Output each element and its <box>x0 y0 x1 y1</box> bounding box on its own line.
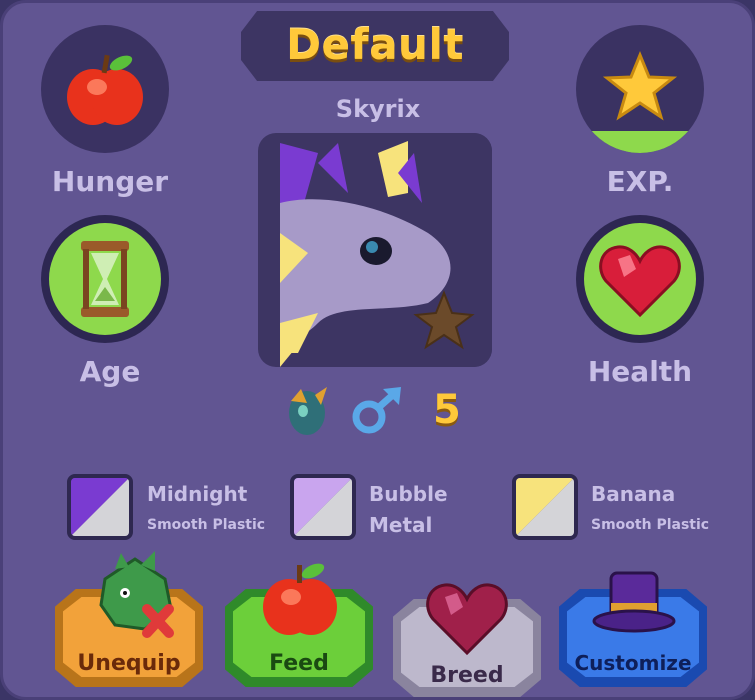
hourglass-icon <box>81 241 129 317</box>
top-hat-icon <box>592 571 676 633</box>
customize-button[interactable]: Customize <box>559 571 707 687</box>
hunger-stat[interactable] <box>41 25 169 153</box>
color-swatch-2[interactable] <box>290 474 356 540</box>
color-material-2: Metal <box>369 513 433 537</box>
color-material-3: Smooth Plastic <box>591 517 710 533</box>
unequip-label: Unequip <box>77 651 181 676</box>
color-name-2: Bubble <box>369 482 448 506</box>
color-swatch-1[interactable] <box>67 474 133 540</box>
exp-stat[interactable] <box>576 25 704 153</box>
heart-icon <box>426 583 508 656</box>
swatch-fill <box>294 478 352 536</box>
color-swatch-3[interactable] <box>512 474 578 540</box>
color-name-3: Banana <box>591 482 676 506</box>
hunger-label: Hunger <box>51 165 169 198</box>
color-name-1: Midnight <box>147 482 248 506</box>
breed-button[interactable]: Breed <box>393 583 541 697</box>
swatch-fill <box>71 478 129 536</box>
customize-label: Customize <box>574 651 692 675</box>
health-stat[interactable] <box>576 215 704 343</box>
feed-label: Feed <box>269 651 329 676</box>
pet-portrait <box>258 133 492 367</box>
feed-button[interactable]: Feed <box>225 563 373 687</box>
apple-icon <box>263 563 337 635</box>
heart-icon <box>599 245 681 318</box>
pet-name: Skyrix <box>335 95 421 123</box>
pet-level: 5 <box>433 387 461 433</box>
breed-label: Breed <box>430 663 504 688</box>
title: Default <box>286 20 464 69</box>
age-stat[interactable] <box>41 215 169 343</box>
exp-label: EXP. <box>606 165 674 198</box>
male-icon <box>352 387 401 434</box>
apple-icon <box>67 54 143 125</box>
pet-image <box>278 133 492 367</box>
pet-info-panel: Default Skyrix Hunger EXP. Age Health 5 … <box>0 0 755 700</box>
star-icon <box>602 51 678 121</box>
dragon-egg-icon <box>289 387 327 435</box>
age-label: Age <box>79 355 141 388</box>
unequip-button[interactable]: Unequip <box>55 551 203 687</box>
swatch-fill <box>516 478 574 536</box>
color-material-1: Smooth Plastic <box>147 517 266 533</box>
dragon-icon <box>99 551 174 638</box>
health-label: Health <box>587 355 693 388</box>
